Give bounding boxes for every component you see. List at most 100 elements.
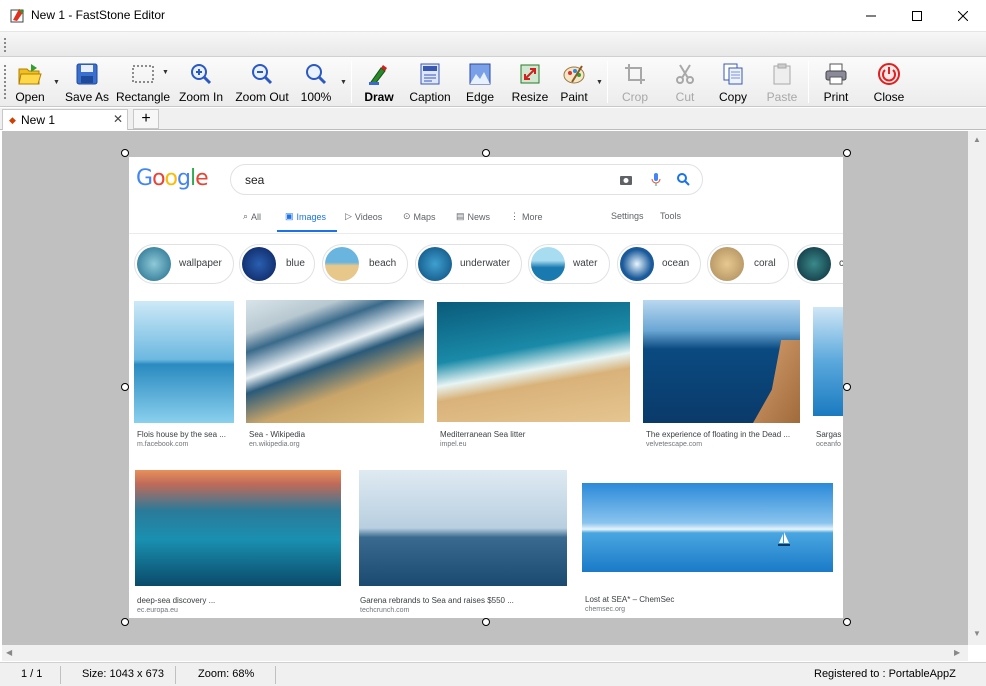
chip-underwater: underwater [415,244,522,284]
resize-handle-top[interactable] [482,149,490,157]
print-button[interactable]: Print [820,61,852,105]
minimize-icon [866,15,876,17]
tab-bar: ◆ New 1 ✕ + [0,108,986,130]
caption-icon [420,63,440,85]
resize-handle-top-left[interactable] [121,149,129,157]
chip-wallpaper: wallpaper [134,244,234,284]
zoom-in-button[interactable]: Zoom In [177,61,225,105]
grip-handle[interactable] [4,38,7,52]
horizontal-scrollbar[interactable]: ◀ ▶ [2,645,968,661]
save-icon [76,63,98,85]
rectangle-select-button[interactable]: Rectangle [115,61,171,105]
paste-icon [773,63,791,85]
zoom-indicator: Zoom: 68% [198,668,255,680]
result-image [582,483,833,572]
chip-beach: beach [322,244,408,284]
chip-coral: coral [707,244,789,284]
zoom-100-button[interactable]: 100% [298,61,334,105]
nav-all: ⌕ All [243,211,262,222]
scroll-down-icon[interactable]: ▼ [973,629,981,638]
status-bar: 1 / 1 Size: 1043 x 673 Zoom: 68% Registe… [0,662,986,686]
new-tab-button[interactable]: + [133,109,159,129]
edge-button[interactable]: Edge [462,61,498,105]
menu-strip [0,32,986,57]
power-icon [878,63,900,85]
draw-button[interactable]: Draw [360,61,398,105]
search-query: sea [245,173,265,187]
scissors-icon [676,64,694,84]
zoom-in-icon [191,64,212,85]
maximize-icon [912,11,922,21]
nav-news: ▤ News [456,211,491,222]
scroll-right-icon[interactable]: ▶ [954,648,960,657]
open-dropdown-arrow[interactable]: ▼ [53,79,60,86]
nav-maps: ⊙ Maps [403,211,436,222]
pin-icon: ⊙ [403,211,411,221]
resize-handle-bottom-right[interactable] [843,618,851,626]
paste-button[interactable]: Paste [764,61,800,105]
tab-close-icon[interactable]: ✕ [113,112,123,126]
chip-water: water [528,244,610,284]
tab-new-1[interactable]: ◆ New 1 ✕ [2,109,128,130]
copy-button[interactable]: Copy [716,61,750,105]
scroll-up-icon[interactable]: ▲ [973,135,981,144]
paint-dropdown-arrow[interactable]: ▼ [596,79,603,86]
resize-handle-bottom-left[interactable] [121,618,129,626]
printer-icon [825,63,847,85]
image-icon: ▣ [285,211,294,221]
minimize-button[interactable] [848,0,894,32]
image-size: Size: 1043 x 673 [82,668,164,680]
edited-image[interactable]: Google sea ⌕ All ▣ Images ▷ Videos ⊙ Maps ▤ N… [129,157,843,618]
more-icon: ⋮ [510,211,519,221]
sailboat-icon [778,532,790,546]
close-window-button[interactable] [940,0,986,32]
rectangle-select-icon [132,65,154,83]
resize-handle-bottom[interactable] [482,618,490,626]
page-indicator: 1 / 1 [21,668,43,680]
cut-button[interactable]: Cut [670,61,700,105]
caption-button[interactable]: Caption [406,61,454,105]
open-folder-icon [18,64,42,85]
result-card: Mediterranean Sea litter impel.eu [437,302,630,452]
separator [607,61,608,103]
close-icon [958,11,968,21]
separator [808,61,809,103]
result-card: Lost at SEA* – ChemSec chemsec.org [582,483,833,618]
copy-icon [723,63,743,85]
modified-dot-icon: ◆ [9,115,16,125]
chip-blue: blue [239,244,315,284]
result-image [246,300,424,423]
toolbar-grip[interactable] [4,65,7,99]
zoom-out-button[interactable]: Zoom Out [233,61,291,105]
nav-settings: Settings [611,211,644,221]
resize-icon [520,64,540,84]
news-icon: ▤ [456,211,465,221]
resize-handle-right[interactable] [843,383,851,391]
title-bar: New 1 - FastStone Editor [0,0,986,32]
zoom-dropdown-arrow[interactable]: ▼ [340,79,347,86]
maximize-button[interactable] [894,0,940,32]
toolbar: Open ▼ Save As Rectangle ▼ Zoom In Zoom … [0,57,986,107]
scroll-left-icon[interactable]: ◀ [6,648,12,657]
google-search-box: sea [230,164,703,195]
resize-button[interactable]: Resize [510,61,550,105]
microphone-icon [651,173,661,186]
close-button[interactable]: Close [872,61,906,105]
result-image [437,302,630,422]
result-card: deep-sea discovery ... ec.europa.eu [135,470,341,618]
crop-icon [625,64,645,84]
result-card: Garena rebrands to Sea and raises $550 .… [359,470,567,618]
result-image [135,470,341,586]
result-card: The experience of floating in the Dead .… [643,300,800,450]
crop-button[interactable]: Crop [618,61,652,105]
open-button[interactable]: Open [11,61,49,105]
save-as-button[interactable]: Save As [64,61,110,105]
nav-more: ⋮ More [510,211,543,222]
vertical-scrollbar[interactable]: ▲ ▼ [968,131,986,645]
resize-handle-left[interactable] [121,383,129,391]
separator [351,61,352,103]
resize-handle-top-right[interactable] [843,149,851,157]
nav-images: ▣ Images [285,211,327,222]
paint-button[interactable]: Paint [556,61,592,105]
rectangle-dropdown-arrow[interactable]: ▼ [162,69,169,76]
